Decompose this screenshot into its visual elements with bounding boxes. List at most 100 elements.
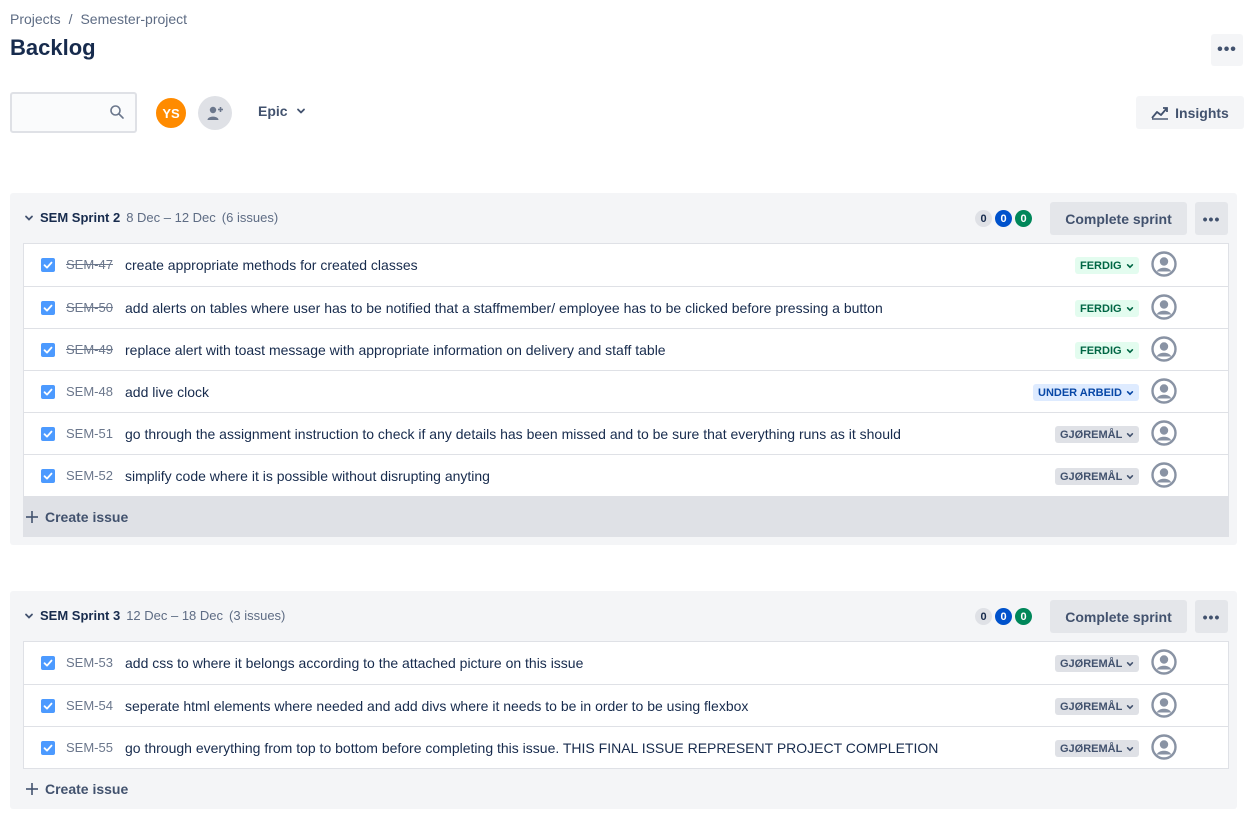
checkbox-checked-icon[interactable]	[41, 258, 55, 272]
status-dropdown[interactable]: FERDIG	[1075, 257, 1139, 274]
issue-summary[interactable]: simplify code where it is possible witho…	[125, 468, 490, 484]
status-dropdown[interactable]: FERDIG	[1075, 342, 1139, 359]
avatar[interactable]: YS	[154, 96, 188, 130]
issue-summary[interactable]: replace alert with toast message with ap…	[125, 342, 666, 358]
issue-key[interactable]: SEM-49	[66, 342, 113, 357]
issue-key[interactable]: SEM-48	[66, 384, 113, 399]
status-dropdown[interactable]: UNDER ARBEID	[1033, 384, 1139, 401]
epic-filter-dropdown[interactable]: Epic	[258, 103, 306, 119]
chevron-down-icon	[25, 215, 33, 221]
breadcrumb-projects-link[interactable]: Projects	[10, 11, 61, 27]
sprint-more-button[interactable]: •••	[1195, 600, 1228, 633]
default-avatar-icon[interactable]	[1151, 294, 1177, 320]
issue-summary[interactable]: add live clock	[125, 384, 209, 400]
checkbox-checked-icon[interactable]	[41, 656, 55, 670]
status-dropdown[interactable]: GJØREMÅL	[1055, 740, 1140, 757]
sprint-toggle[interactable]: SEM Sprint 2 8 Dec – 12 Dec (6 issues)	[24, 210, 278, 225]
issue-row[interactable]: SEM-50 add alerts on tables where user ha…	[24, 286, 1228, 328]
status-label: GJØREMÅL	[1060, 428, 1123, 441]
chevron-down-icon	[296, 108, 305, 114]
issue-key[interactable]: SEM-47	[66, 257, 113, 272]
sprint-issue-count: (3 issues)	[229, 608, 286, 623]
insights-button[interactable]: Insights	[1136, 96, 1244, 129]
issue-row[interactable]: SEM-48 add live clock UNDER ARBEID	[24, 370, 1228, 412]
search-icon	[110, 105, 124, 119]
sprint-status-counters: 0 0 0	[975, 210, 1032, 227]
checkbox-checked-icon[interactable]	[41, 741, 55, 755]
issue-summary[interactable]: create appropriate methods for created c…	[125, 257, 418, 273]
status-dropdown[interactable]: GJØREMÅL	[1055, 468, 1140, 485]
add-people-button[interactable]	[198, 96, 232, 130]
issue-key[interactable]: SEM-54	[66, 698, 113, 713]
issue-row[interactable]: SEM-49 replace alert with toast message w…	[24, 328, 1228, 370]
checkbox-checked-icon[interactable]	[41, 385, 55, 399]
default-avatar-icon[interactable]	[1151, 649, 1177, 675]
in-progress-counter: 0	[995, 608, 1012, 625]
breadcrumb-project-link[interactable]: Semester-project	[80, 11, 187, 27]
status-dropdown[interactable]: GJØREMÅL	[1055, 426, 1140, 443]
status-dropdown[interactable]: GJØREMÅL	[1055, 655, 1140, 672]
issue-row[interactable]: SEM-51 go through the assignment instruct…	[24, 412, 1228, 454]
default-avatar-icon[interactable]	[1151, 734, 1177, 760]
status-label: FERDIG	[1080, 302, 1122, 315]
todo-counter: 0	[975, 210, 992, 227]
sprint-dates: 8 Dec – 12 Dec	[126, 210, 216, 225]
default-avatar-icon[interactable]	[1151, 462, 1177, 488]
issue-summary[interactable]: go through the assignment instruction to…	[125, 426, 901, 442]
issue-row[interactable]: SEM-47 create appropriate methods for cre…	[24, 244, 1228, 286]
checkbox-checked-icon[interactable]	[41, 427, 55, 441]
chevron-down-icon	[1126, 390, 1134, 395]
epic-filter-label: Epic	[258, 103, 288, 119]
create-issue-button[interactable]: Create issue	[23, 769, 1229, 809]
chevron-down-icon	[1127, 661, 1134, 666]
sprint-toggle[interactable]: SEM Sprint 3 12 Dec – 18 Dec (3 issues)	[24, 608, 285, 623]
issue-summary[interactable]: add css to where it belongs according to…	[125, 655, 583, 671]
checkbox-checked-icon[interactable]	[41, 469, 55, 483]
issue-key[interactable]: SEM-52	[66, 468, 113, 483]
default-avatar-icon[interactable]	[1151, 692, 1177, 718]
sprint-status-counters: 0 0 0	[975, 608, 1032, 625]
status-dropdown[interactable]: FERDIG	[1075, 300, 1139, 317]
default-avatar-icon[interactable]	[1151, 420, 1177, 446]
issue-key[interactable]: SEM-53	[66, 655, 113, 670]
complete-sprint-button[interactable]: Complete sprint	[1050, 600, 1187, 633]
issue-row[interactable]: SEM-53 add css to where it belongs accord…	[24, 642, 1228, 684]
complete-sprint-button[interactable]: Complete sprint	[1050, 202, 1187, 235]
issue-summary[interactable]: add alerts on tables where user has to b…	[125, 300, 883, 316]
issue-key[interactable]: SEM-51	[66, 426, 113, 441]
issue-key[interactable]: SEM-55	[66, 740, 113, 755]
default-avatar-icon[interactable]	[1151, 336, 1177, 362]
default-avatar-icon[interactable]	[1151, 378, 1177, 404]
issue-row[interactable]: SEM-52 simplify code where it is possible…	[24, 454, 1228, 496]
checkbox-checked-icon[interactable]	[41, 343, 55, 357]
chevron-down-icon	[1127, 746, 1134, 751]
chevron-down-icon	[1126, 348, 1133, 353]
search-input[interactable]	[10, 92, 137, 133]
chevron-down-icon	[1127, 704, 1134, 709]
status-label: FERDIG	[1080, 259, 1122, 272]
breadcrumb-separator: /	[68, 11, 73, 27]
issue-summary[interactable]: go through everything from top to bottom…	[125, 740, 938, 756]
done-counter: 0	[1015, 608, 1032, 625]
create-issue-button[interactable]: Create issue	[23, 497, 1229, 537]
issue-row[interactable]: SEM-55 go through everything from top to …	[24, 726, 1228, 768]
checkbox-checked-icon[interactable]	[41, 699, 55, 713]
sprint-more-button[interactable]: •••	[1195, 202, 1228, 235]
issue-summary[interactable]: seperate html elements where needed and …	[125, 698, 748, 714]
plus-icon	[26, 511, 38, 523]
page-more-button[interactable]: •••	[1211, 34, 1243, 66]
insights-label: Insights	[1175, 104, 1229, 121]
status-label: GJØREMÅL	[1060, 470, 1123, 483]
chevron-down-icon	[1126, 306, 1133, 311]
status-dropdown[interactable]: GJØREMÅL	[1055, 698, 1140, 715]
breadcrumb: Projects / Semester-project	[10, 11, 187, 27]
default-avatar-icon[interactable]	[1151, 251, 1177, 277]
issue-row[interactable]: SEM-54 seperate html elements where neede…	[24, 684, 1228, 726]
issue-key[interactable]: SEM-50	[66, 300, 113, 315]
checkbox-checked-icon[interactable]	[41, 301, 55, 315]
todo-counter: 0	[975, 608, 992, 625]
line-chart-icon	[1151, 106, 1169, 120]
page-title: Backlog	[10, 35, 96, 60]
done-counter: 0	[1015, 210, 1032, 227]
sprint-header: SEM Sprint 2 8 Dec – 12 Dec (6 issues) 0…	[10, 193, 1237, 243]
